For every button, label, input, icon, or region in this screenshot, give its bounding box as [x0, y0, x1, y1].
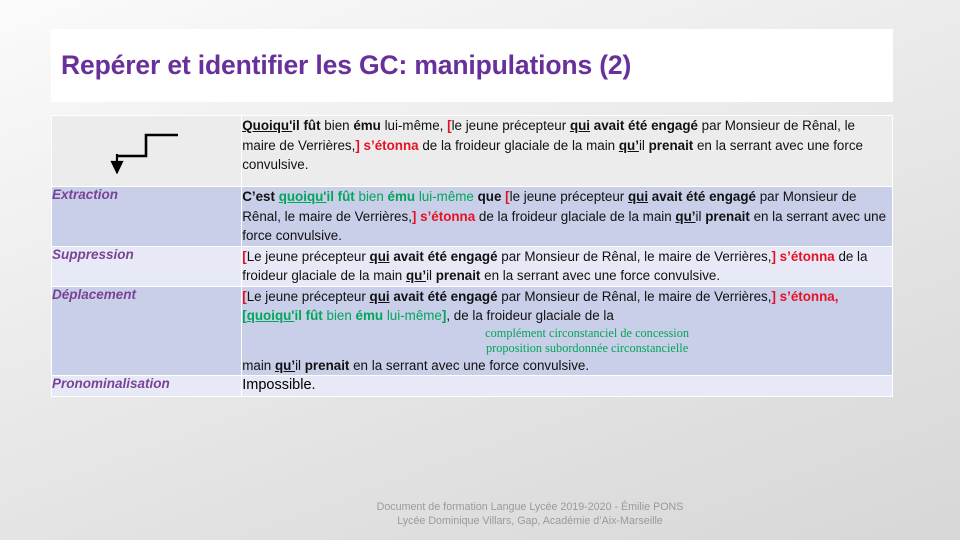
deplacement-text-before: [Le jeune précepteur qui avait été engag…: [242, 288, 839, 324]
page-title: Repérer et identifier les GC: manipulati…: [61, 50, 632, 80]
manipulation-table: Quoiqu'il fût bien ému lui-même, [le jeu…: [50, 115, 893, 397]
table-row: Quoiqu'il fût bien ému lui-même, [le jeu…: [50, 115, 893, 187]
row-content-pronominalisation: Impossible.: [241, 375, 893, 397]
row-label-suppression: Suppression: [50, 245, 243, 287]
annotation-proposition: proposition subordonnée circonstancielle: [486, 340, 689, 355]
table-row: Pronominalisation Impossible.: [50, 375, 893, 397]
annotation-complement: complément circonstanciel de concession: [485, 325, 690, 340]
footer-credit: Document de formation Langue Lycée 2019-…: [330, 501, 730, 528]
row-label-deplacement: Déplacement: [50, 285, 243, 376]
table-row: Déplacement [Le jeune précepteur qui ava…: [50, 285, 893, 376]
row-arrow-cell: [50, 115, 243, 187]
footer-line-1: Document de formation Langue Lycée 2019-…: [376, 501, 684, 513]
row-label-pronominalisation: Pronominalisation: [50, 375, 243, 397]
table-row: Extraction C’est quoiqu'il fût bien ému …: [50, 186, 893, 247]
step-arrow-icon: [110, 133, 178, 174]
footer-line-2: Lycée Dominique Villars, Gap, Académie d…: [397, 514, 663, 527]
title-banner: Repérer et identifier les GC: manipulati…: [51, 29, 893, 102]
row-label-extraction: Extraction: [50, 186, 243, 247]
row-content-suppression: [Le jeune précepteur qui avait été engag…: [241, 245, 893, 287]
row-content-extraction: C’est quoiqu'il fût bien ému lui-même qu…: [241, 186, 893, 247]
row-content-deplacement: [Le jeune précepteur qui avait été engag…: [241, 285, 893, 376]
arrow-cell-inner: [52, 116, 241, 186]
deplacement-text-after: main qu’il prenait en la serrant avec un…: [242, 357, 590, 373]
row-content-original: Quoiqu'il fût bien ému lui-même, [le jeu…: [241, 115, 893, 187]
table-row: Suppression [Le jeune précepteur qui ava…: [50, 245, 893, 287]
